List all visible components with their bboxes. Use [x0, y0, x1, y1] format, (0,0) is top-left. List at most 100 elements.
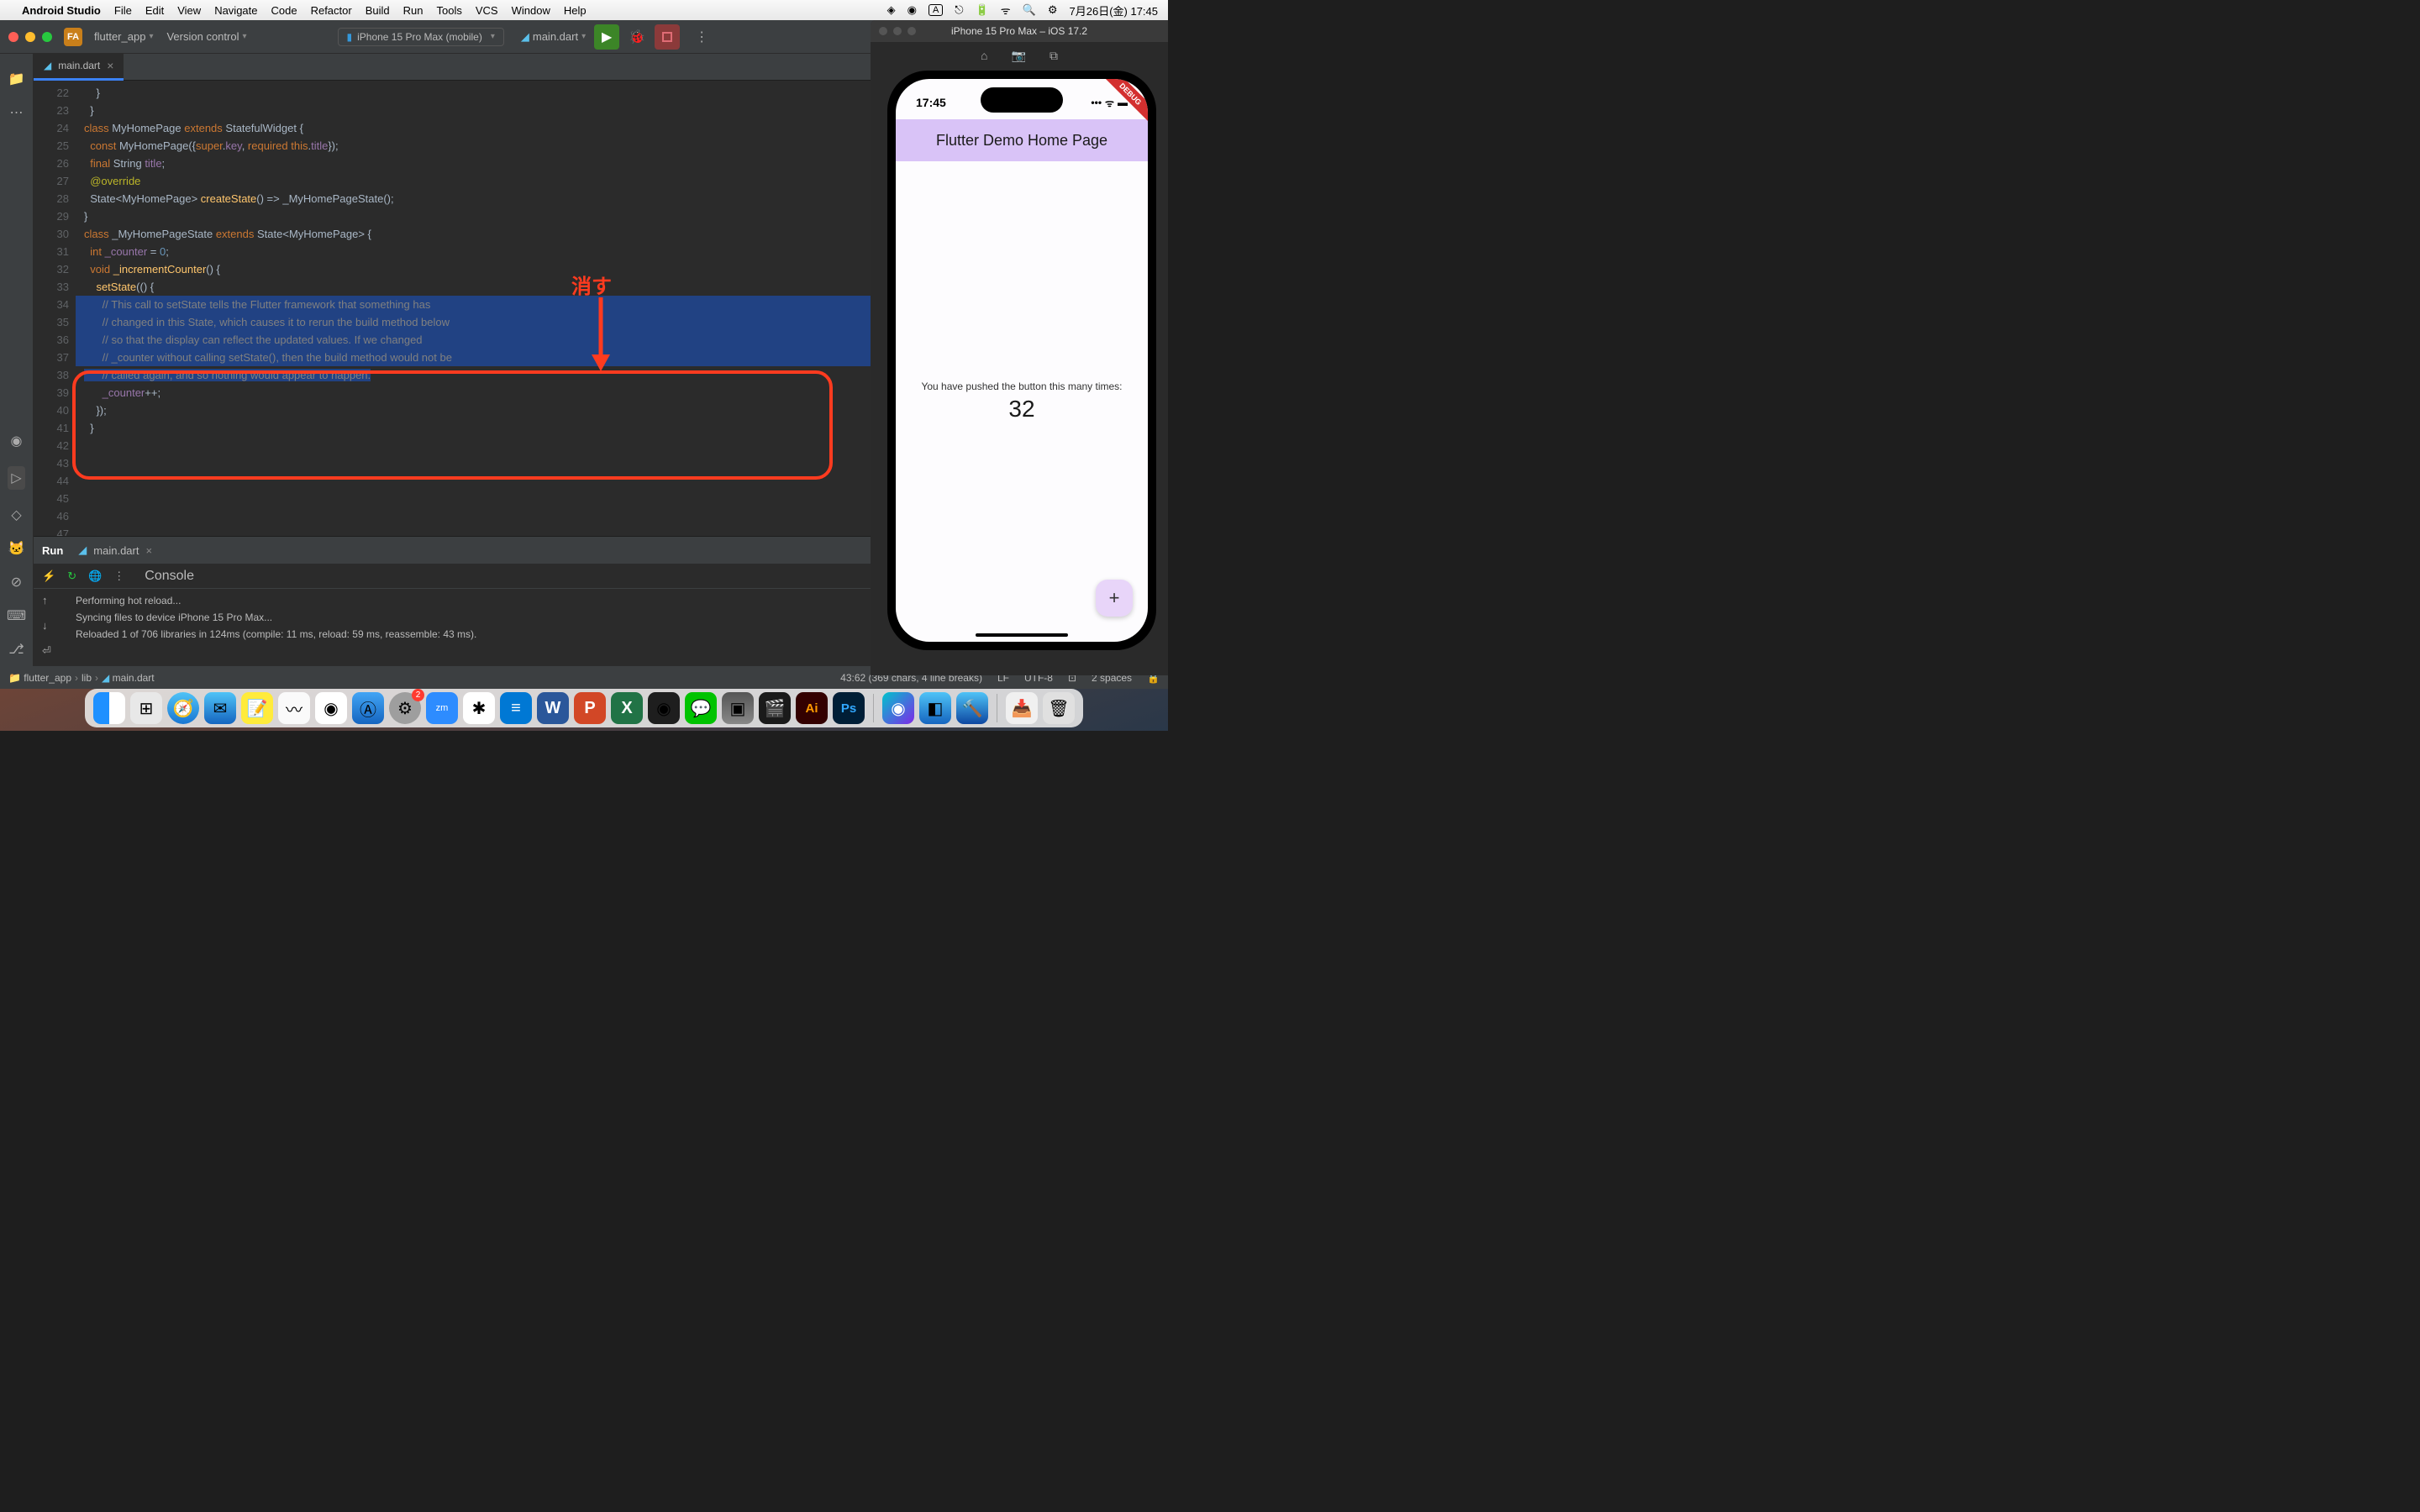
debug-button[interactable]: 🐞	[624, 24, 650, 50]
stop-button[interactable]	[655, 24, 680, 50]
dock-illustrator[interactable]: Ai	[796, 692, 828, 724]
dock-photoshop[interactable]: Ps	[833, 692, 865, 724]
macos-dock: ⊞ 🧭 ✉ 📝 〰 ◉ Ⓐ ⚙2 zm ✱ ≡ W P X ◉ 💬 ▣ 🎬 Ai…	[85, 689, 1083, 727]
menu-vcs[interactable]: VCS	[476, 4, 498, 17]
dock-screenshot[interactable]: ▣	[722, 692, 754, 724]
fullscreen-window-button[interactable]	[42, 32, 52, 42]
simulator-title: iPhone 15 Pro Max – iOS 17.2	[871, 25, 1168, 37]
dock-finder[interactable]	[93, 692, 125, 724]
dock-mail[interactable]: ✉	[204, 692, 236, 724]
scroll-down-icon[interactable]: ↓	[42, 617, 51, 634]
dock-word[interactable]: W	[537, 692, 569, 724]
battery-icon[interactable]: 🔋	[976, 3, 989, 17]
structure-tool-icon[interactable]: ◉	[11, 433, 23, 449]
dock-freeform[interactable]: 〰	[278, 692, 310, 724]
dock-notes[interactable]: 📝	[241, 692, 273, 724]
close-run-tab-icon[interactable]: ×	[145, 544, 152, 557]
dock-appstore[interactable]: Ⓐ	[352, 692, 384, 724]
device-selector[interactable]: ▮ iPhone 15 Pro Max (mobile)▾	[338, 28, 504, 46]
dock-slack[interactable]: ✱	[463, 692, 495, 724]
run-tool-icon[interactable]: ▷	[8, 466, 24, 490]
clock[interactable]: 7月26日(金) 17:45	[1070, 3, 1159, 18]
breadcrumb-file[interactable]: ◢ main.dart	[102, 672, 155, 684]
sim-screenshot-icon[interactable]: 📷	[1012, 49, 1026, 63]
menu-build[interactable]: Build	[366, 4, 390, 17]
status-box-icon[interactable]: ◈	[887, 3, 896, 17]
menu-tools[interactable]: Tools	[437, 4, 462, 17]
more-actions-icon[interactable]: ⋮	[695, 29, 708, 45]
tab-main-dart[interactable]: ◢ main.dart ×	[34, 54, 124, 81]
input-source-icon[interactable]: A	[929, 4, 943, 16]
devtools-icon[interactable]: 🌐	[88, 570, 102, 583]
annotation-arrow-icon	[588, 297, 613, 371]
vcs-tool-icon[interactable]: ⎇	[8, 641, 24, 658]
phone-time: 17:45	[916, 96, 946, 109]
dock-chrome[interactable]: ◉	[315, 692, 347, 724]
build-tool-icon[interactable]: ◇	[11, 507, 21, 523]
app-menu[interactable]: Android Studio	[22, 4, 101, 17]
left-tool-rail: 📁 ⋯ ◉ ▷ ◇ 🐱 ⊘ ⌨ ⎇	[0, 54, 34, 666]
dock-xcode[interactable]: 🔨	[956, 692, 988, 724]
problems-tool-icon[interactable]: ⊘	[11, 574, 22, 591]
more-tool-icon[interactable]: ⋯	[10, 104, 24, 121]
menu-code[interactable]: Code	[271, 4, 297, 17]
run-more-icon[interactable]: ⋮	[113, 570, 124, 583]
increment-fab[interactable]: +	[1096, 580, 1133, 617]
menu-help[interactable]: Help	[564, 4, 587, 17]
dock-safari[interactable]: 🧭	[167, 692, 199, 724]
simulator-titlebar: iPhone 15 Pro Max – iOS 17.2	[871, 20, 1168, 42]
control-center-icon[interactable]: ⚙	[1048, 3, 1058, 17]
menu-run[interactable]: Run	[403, 4, 424, 17]
hot-reload-icon[interactable]: ⚡	[42, 570, 55, 583]
dock-line[interactable]: 💬	[685, 692, 717, 724]
breadcrumb-project[interactable]: 📁 flutter_app	[8, 672, 71, 684]
dock-finalcut[interactable]: 🎬	[759, 692, 791, 724]
dock-settings[interactable]: ⚙2	[389, 692, 421, 724]
wifi-icon[interactable]: ᯤ	[1001, 3, 1011, 18]
vcs-dropdown[interactable]: Version control▾	[160, 27, 253, 46]
terminal-tool-icon[interactable]: ⌨	[7, 607, 26, 624]
bluetooth-icon[interactable]: ⎋	[955, 3, 963, 17]
flutter-icon: ◢	[521, 30, 529, 44]
dock-figma[interactable]: ◉	[648, 692, 680, 724]
project-dropdown[interactable]: flutter_app▾	[87, 27, 160, 46]
logcat-tool-icon[interactable]: 🐱	[8, 540, 25, 557]
dock-vscode[interactable]: ≡	[500, 692, 532, 724]
close-window-button[interactable]	[8, 32, 18, 42]
dock-zoom[interactable]: zm	[426, 692, 458, 724]
dock-excel[interactable]: X	[611, 692, 643, 724]
project-tool-icon[interactable]: 📁	[8, 71, 25, 87]
status-circle-icon[interactable]: ◉	[908, 3, 917, 17]
menu-view[interactable]: View	[177, 4, 201, 17]
spotlight-icon[interactable]: 🔍	[1023, 3, 1036, 17]
dart-file-icon: ◢	[44, 60, 51, 71]
counter-message: You have pushed the button this many tim…	[921, 381, 1122, 392]
home-indicator[interactable]	[976, 633, 1068, 637]
run-button[interactable]: ▶	[594, 24, 619, 50]
minimize-window-button[interactable]	[25, 32, 35, 42]
dock-trash[interactable]: 🗑	[1043, 692, 1075, 724]
dock-powerpoint[interactable]: P	[574, 692, 606, 724]
menu-window[interactable]: Window	[512, 4, 550, 17]
run-panel-file-tab[interactable]: ◢ main.dart ×	[78, 543, 152, 557]
menu-navigate[interactable]: Navigate	[214, 4, 257, 17]
iphone-screen[interactable]: DEBUG 17:45 •••ᯤ▬ Flutter Demo Home Page…	[896, 79, 1148, 642]
counter-value: 32	[1008, 396, 1034, 423]
hot-restart-icon[interactable]: ↻	[67, 570, 76, 583]
dock-app1[interactable]: ◧	[919, 692, 951, 724]
phone-icon: ▮	[347, 31, 353, 43]
menu-file[interactable]: File	[114, 4, 132, 17]
close-tab-icon[interactable]: ×	[107, 59, 113, 72]
line-gutter[interactable]: 222324252627282930⊕313233343536373839404…	[34, 81, 76, 536]
breadcrumb-lib[interactable]: lib	[82, 672, 92, 684]
dock-launchpad[interactable]: ⊞	[130, 692, 162, 724]
dock-canva[interactable]: ◉	[882, 692, 914, 724]
soft-wrap-icon[interactable]: ⏎	[42, 643, 51, 659]
menu-edit[interactable]: Edit	[145, 4, 164, 17]
dock-downloads[interactable]: 📥	[1006, 692, 1038, 724]
menu-refactor[interactable]: Refactor	[311, 4, 352, 17]
sim-copy-icon[interactable]: ⧉	[1050, 49, 1058, 63]
sim-home-icon[interactable]: ⌂	[981, 49, 987, 62]
run-config-dropdown[interactable]: ◢ main.dart▾	[521, 30, 586, 44]
scroll-up-icon[interactable]: ↑	[42, 592, 51, 609]
